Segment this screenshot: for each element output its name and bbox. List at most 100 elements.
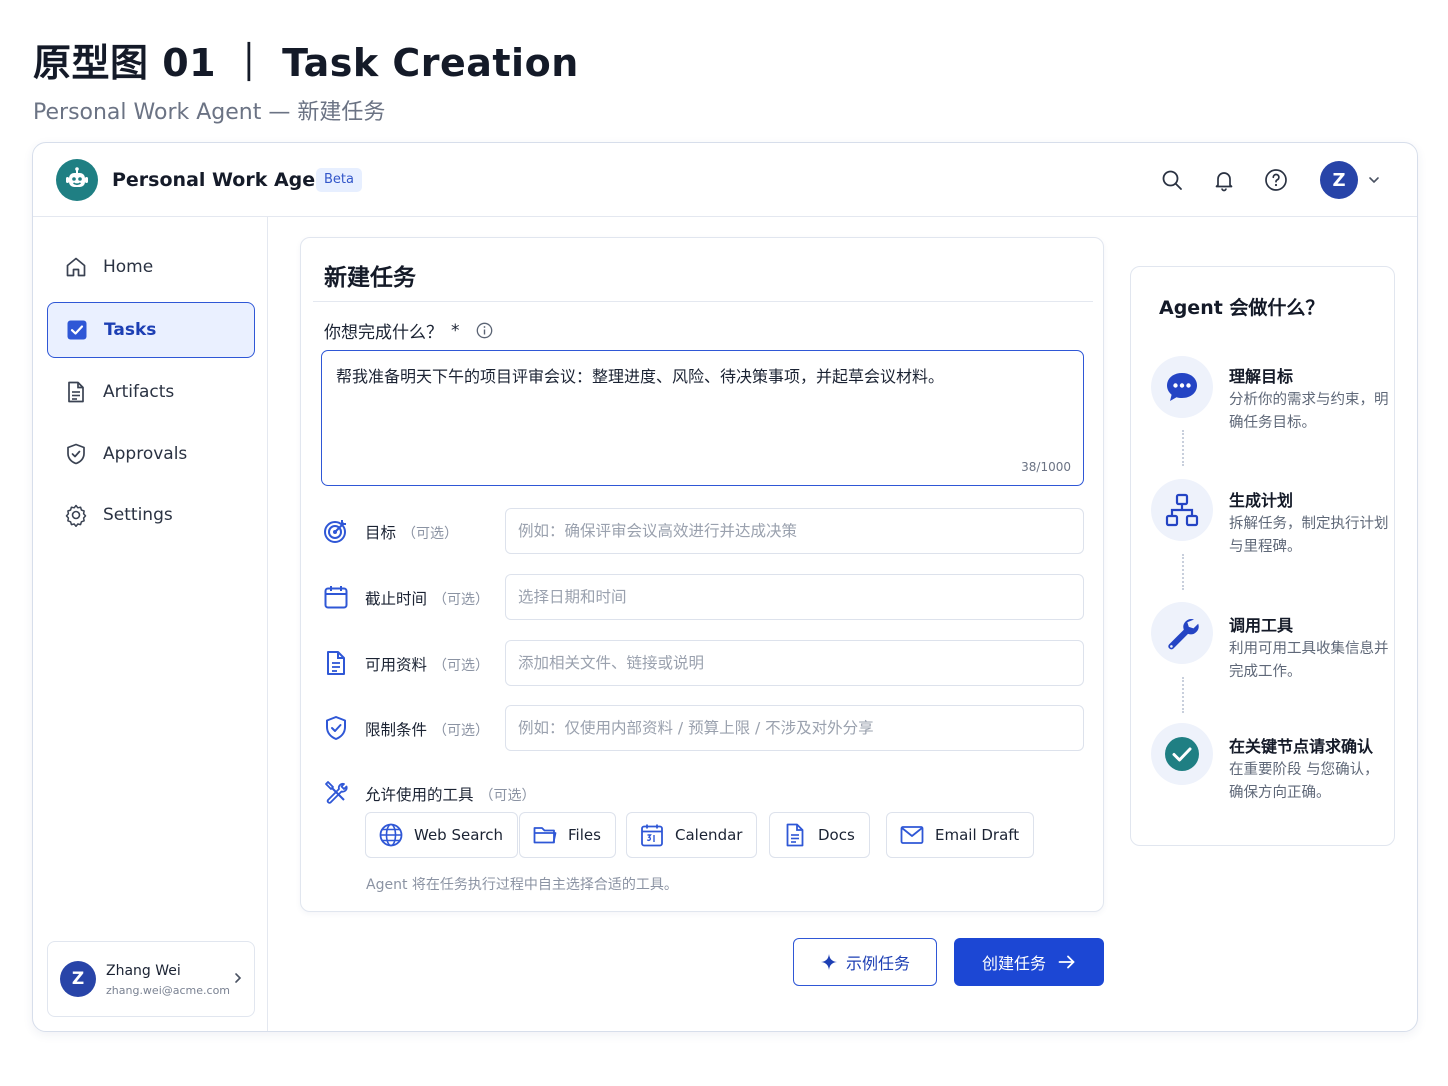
- sidebar-item-label: Settings: [103, 505, 173, 525]
- user-card[interactable]: Z Zhang Wei zhang.wei@acme.com: [47, 941, 255, 1017]
- step-desc: 分析你的需求与约束，明确任务目标。: [1229, 392, 1389, 431]
- step-connector: [1182, 677, 1184, 713]
- tool-chip-email-draft[interactable]: Email Draft: [886, 812, 1035, 858]
- optional-tag: （可选）: [479, 788, 536, 804]
- arrow-right-icon: [1058, 954, 1076, 970]
- tools-hint: Agent 将在任务执行过程中自主选择合适的工具。: [366, 877, 678, 893]
- form-title: 新建任务: [324, 265, 416, 291]
- sidebar-item-label: Approvals: [103, 444, 188, 464]
- char-counter: 38/1000: [1021, 460, 1071, 474]
- search-icon[interactable]: [1160, 168, 1184, 192]
- constraints-field: 限制条件 （可选） 例如：仅使用内部资料 / 预算上限 / 不涉及对外分享: [321, 705, 1084, 751]
- help-icon[interactable]: [1264, 168, 1288, 192]
- task-description-textarea[interactable]: 帮我准备明天下午的项目评审会议：整理进度、风险、待决策事项，并起草会议材料。 3…: [321, 350, 1084, 486]
- globe-icon: [378, 822, 404, 848]
- chip-label: Calendar: [675, 826, 743, 844]
- app-window: Personal Work Agent Beta Z Home Tasks Ar…: [32, 142, 1418, 1032]
- robot-logo-icon: [56, 159, 98, 201]
- document-title: 原型图 01 ｜ Task Creation: [33, 41, 579, 85]
- field-label: 限制条件: [365, 721, 428, 739]
- sidebar-item-settings[interactable]: Settings: [47, 487, 255, 543]
- document-icon: [64, 380, 88, 404]
- field-label: 截止时间: [365, 590, 428, 608]
- doc-icon: [782, 822, 808, 848]
- materials-label: 可用资料 （可选）: [365, 653, 489, 675]
- document-subtitle: Personal Work Agent — 新建任务: [33, 100, 386, 125]
- chat-icon: [1151, 356, 1213, 418]
- optional-tag: （可选）: [402, 526, 459, 542]
- sidebar-item-label: Home: [103, 257, 154, 277]
- agent-info-panel: Agent 会做什么？ 理解目标 分析你的需求与约束，明确任务目标。 生成计划 …: [1130, 266, 1395, 846]
- home-icon: [64, 255, 88, 279]
- tools-label: 允许使用的工具 （可选）: [365, 783, 536, 805]
- new-task-form: 新建任务 你想完成什么？ * 帮我准备明天下午的项目评审会议：整理进度、风险、待…: [300, 237, 1104, 912]
- tools-icon: [321, 777, 351, 807]
- sidebar-item-label: Artifacts: [103, 382, 175, 402]
- task-question-label: 你想完成什么？ *: [324, 318, 493, 343]
- sidebar: Home Tasks Artifacts Approvals Settings: [33, 217, 268, 1031]
- tool-chip-docs[interactable]: Docs: [769, 812, 870, 858]
- deadline-label: 截止时间 （可选）: [365, 587, 489, 609]
- button-label: 创建任务: [981, 954, 1046, 973]
- calendar-icon: [321, 582, 351, 612]
- top-bar: Personal Work Agent Beta Z: [33, 143, 1417, 217]
- goal-input[interactable]: 例如：确保评审会议高效进行并达成决策: [505, 508, 1084, 554]
- field-label: 目标: [365, 524, 397, 542]
- button-label: 示例任务: [845, 954, 910, 973]
- mail-icon: [899, 822, 925, 848]
- task-text: 帮我准备明天下午的项目评审会议：整理进度、风险、待决策事项，并起草会议材料。: [336, 367, 945, 386]
- constraints-input[interactable]: 例如：仅使用内部资料 / 预算上限 / 不涉及对外分享: [505, 705, 1084, 751]
- constraints-label: 限制条件 （可选）: [365, 718, 489, 740]
- tool-chip-web-search[interactable]: Web Search: [365, 812, 519, 858]
- goal-field: 目标 （可选） 例如：确保评审会议高效进行并达成决策: [321, 508, 1084, 554]
- tool-chip-files[interactable]: Files: [519, 812, 616, 858]
- question-text: 你想完成什么？: [324, 323, 443, 343]
- sparkle-icon: [820, 953, 838, 971]
- file-icon: [321, 648, 351, 678]
- materials-input[interactable]: 添加相关文件、链接或说明: [505, 640, 1084, 686]
- calendar-icon: [639, 822, 665, 848]
- optional-tag: （可选）: [433, 723, 490, 739]
- step-desc: 拆解任务，制定执行计划与里程碑。: [1229, 516, 1389, 555]
- required-mark: *: [451, 320, 460, 341]
- target-icon: [321, 516, 351, 546]
- materials-field: 可用资料 （可选） 添加相关文件、链接或说明: [321, 640, 1084, 686]
- example-task-button[interactable]: 示例任务: [793, 938, 937, 986]
- deadline-input[interactable]: 选择日期和时间: [505, 574, 1084, 620]
- tool-chip-calendar[interactable]: Calendar: [626, 812, 758, 858]
- checkbox-icon: [65, 318, 89, 342]
- sidebar-item-home[interactable]: Home: [47, 239, 255, 295]
- step-title: 在关键节点请求确认: [1229, 737, 1374, 756]
- step-desc: 在重要阶段 与您确认，确保方向正确。: [1229, 762, 1379, 801]
- deadline-field: 截止时间 （可选） 选择日期和时间: [321, 574, 1084, 620]
- shield-icon: [321, 713, 351, 743]
- beta-badge: Beta: [316, 168, 362, 192]
- folder-icon: [532, 822, 558, 848]
- sidebar-item-artifacts[interactable]: Artifacts: [47, 364, 255, 420]
- avatar: Z: [60, 961, 96, 997]
- step-connector: [1182, 430, 1184, 466]
- gear-icon: [64, 503, 88, 527]
- app-name: Personal Work Agent: [112, 169, 338, 191]
- optional-tag: （可选）: [433, 592, 490, 608]
- hierarchy-icon: [1151, 479, 1213, 541]
- divider: [313, 301, 1093, 302]
- chip-label: Email Draft: [935, 826, 1020, 844]
- chip-label: Docs: [818, 826, 855, 844]
- chevron-right-icon: [232, 971, 244, 985]
- check-circle-icon: [1151, 723, 1213, 785]
- panel-title: Agent 会做什么？: [1159, 297, 1325, 319]
- info-icon[interactable]: [476, 322, 493, 339]
- sidebar-item-approvals[interactable]: Approvals: [47, 426, 255, 482]
- create-task-button[interactable]: 创建任务: [954, 938, 1104, 986]
- optional-tag: （可选）: [433, 658, 490, 674]
- chevron-down-icon[interactable]: [1367, 173, 1381, 187]
- goal-label: 目标 （可选）: [365, 521, 458, 543]
- user-avatar[interactable]: Z: [1320, 161, 1358, 199]
- sidebar-item-tasks[interactable]: Tasks: [47, 302, 255, 358]
- chip-label: Web Search: [414, 826, 504, 844]
- tools-label-text: 允许使用的工具: [365, 786, 474, 804]
- sidebar-item-label: Tasks: [104, 320, 157, 340]
- bell-icon[interactable]: [1212, 168, 1236, 192]
- step-title: 理解目标: [1229, 367, 1294, 386]
